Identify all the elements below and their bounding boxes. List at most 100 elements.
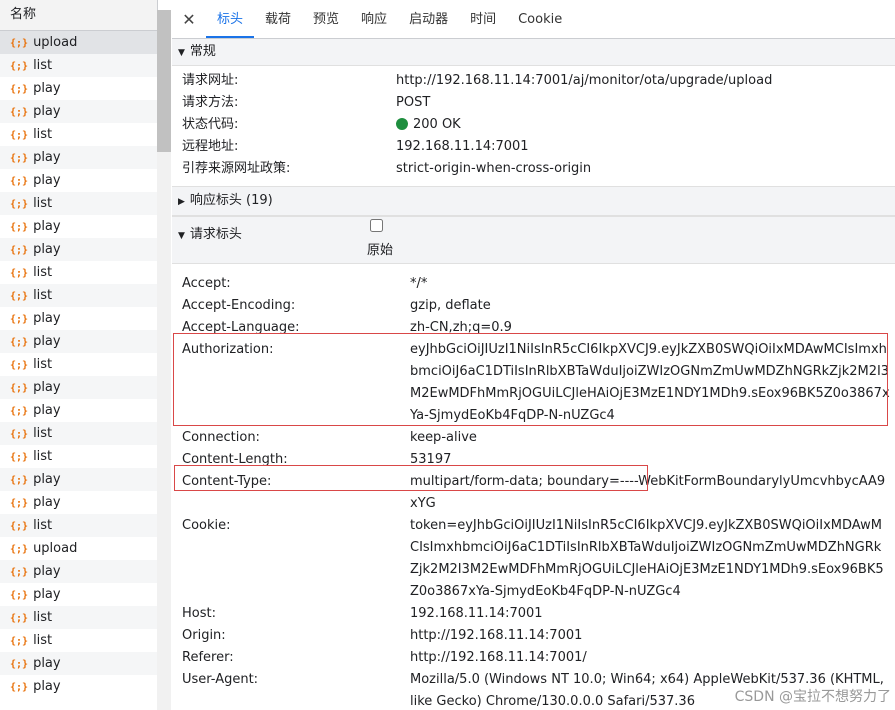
xhr-icon: {;}	[10, 337, 29, 348]
scrollbar-thumb[interactable]	[157, 10, 171, 152]
request-name: list	[33, 288, 53, 303]
request-name: play	[33, 564, 61, 579]
header-value: token=eyJhbGciOiJIUzI1NiIsInR5cCI6IkpXVC…	[410, 518, 884, 599]
tab-payload[interactable]: 载荷	[254, 0, 302, 38]
request-header-row: Referer: http://192.168.11.14:7001/	[172, 647, 895, 669]
tab-headers[interactable]: 标头	[206, 0, 255, 38]
request-item[interactable]: {;} play	[0, 376, 157, 399]
xhr-icon: {;}	[10, 291, 29, 302]
xhr-icon: {;}	[10, 613, 29, 624]
row-key: 远程地址:	[182, 139, 239, 154]
header-value: */*	[410, 276, 428, 291]
xhr-icon: {;}	[10, 199, 29, 210]
triangle-down-icon: ▼	[178, 48, 185, 58]
request-item[interactable]: {;} play	[0, 77, 157, 100]
general-row-url: 请求网址: http://192.168.11.14:7001/aj/monito…	[172, 70, 895, 92]
xhr-icon: {;}	[10, 498, 29, 509]
request-name: play	[33, 334, 61, 349]
request-item[interactable]: {;} list	[0, 284, 157, 307]
request-item[interactable]: {;} play	[0, 583, 157, 606]
xhr-icon: {;}	[10, 107, 29, 118]
xhr-icon: {;}	[10, 682, 29, 693]
request-header-row: Accept-Encoding: gzip, deflate	[172, 295, 895, 317]
raw-checkbox[interactable]	[370, 219, 383, 232]
general-row-remote: 远程地址: 192.168.11.14:7001	[172, 136, 895, 158]
row-value: 200 OK	[396, 114, 884, 136]
tab-initiator[interactable]: 启动器	[398, 0, 459, 38]
tab-preview[interactable]: 预览	[302, 0, 350, 38]
xhr-icon: {;}	[10, 130, 29, 141]
request-item[interactable]: {;} list	[0, 192, 157, 215]
request-name: list	[33, 426, 53, 441]
triangle-down-icon: ▼	[178, 231, 185, 241]
request-name: list	[33, 265, 53, 280]
request-list-panel: 名称 {;} upload {;} list {;} play {;} play {;} list…	[0, 0, 158, 710]
request-item[interactable]: {;} list	[0, 629, 157, 652]
request-name: list	[33, 449, 53, 464]
request-item[interactable]: {;} play	[0, 560, 157, 583]
request-name: play	[33, 219, 61, 234]
xhr-icon: {;}	[10, 590, 29, 601]
xhr-icon: {;}	[10, 360, 29, 371]
request-item[interactable]: {;} list	[0, 606, 157, 629]
xhr-icon: {;}	[10, 406, 29, 417]
general-row-status: 状态代码: 200 OK	[172, 114, 895, 136]
xhr-icon: {;}	[10, 176, 29, 187]
xhr-icon: {;}	[10, 38, 29, 49]
request-item[interactable]: {;} play	[0, 307, 157, 330]
tab-timing[interactable]: 时间	[459, 0, 507, 38]
request-item[interactable]: {;} play	[0, 468, 157, 491]
header-name: Cookie:	[182, 518, 231, 533]
general-section-header[interactable]: ▼ 常规	[172, 39, 895, 66]
request-item[interactable]: {;} list	[0, 123, 157, 146]
close-icon[interactable]: ✕	[172, 10, 206, 29]
request-name: list	[33, 610, 53, 625]
tab-cookies[interactable]: Cookie	[507, 0, 573, 38]
request-item[interactable]: {;} list	[0, 353, 157, 376]
response-headers-section-header[interactable]: ▶ 响应标头 (19)	[172, 186, 895, 216]
request-item[interactable]: {;} play	[0, 215, 157, 238]
header-value: gzip, deflate	[410, 298, 491, 313]
tab-response[interactable]: 响应	[350, 0, 398, 38]
request-name: list	[33, 633, 53, 648]
request-item[interactable]: {;} play	[0, 169, 157, 192]
request-name: play	[33, 403, 61, 418]
request-item[interactable]: {;} list	[0, 261, 157, 284]
request-list-scrollbar[interactable]	[157, 10, 171, 710]
request-item[interactable]: {;} list	[0, 54, 157, 77]
request-item[interactable]: {;} play	[0, 238, 157, 261]
request-item[interactable]: {;} list	[0, 445, 157, 468]
request-item[interactable]: {;} list	[0, 514, 157, 537]
request-item[interactable]: {;} play	[0, 399, 157, 422]
request-item[interactable]: {;} upload	[0, 31, 157, 54]
row-value: http://192.168.11.14:7001/aj/monitor/ota…	[396, 73, 773, 88]
row-value: POST	[396, 95, 431, 110]
header-value: http://192.168.11.14:7001	[410, 628, 583, 643]
request-header-row: Cookie: token=eyJhbGciOiJIUzI1NiIsInR5cCI…	[172, 515, 895, 603]
name-column-header[interactable]: 名称	[0, 0, 157, 31]
request-name: play	[33, 656, 61, 671]
request-name: play	[33, 242, 61, 257]
xhr-icon: {;}	[10, 222, 29, 233]
request-name: upload	[33, 35, 78, 50]
request-item[interactable]: {;} play	[0, 100, 157, 123]
request-item[interactable]: {;} upload	[0, 537, 157, 560]
request-name: play	[33, 495, 61, 510]
request-name: list	[33, 127, 53, 142]
xhr-icon: {;}	[10, 61, 29, 72]
request-header-row: Connection: keep-alive	[172, 427, 895, 449]
request-headers-section-header[interactable]: ▼ 请求标头 原始	[172, 216, 895, 264]
request-item[interactable]: {;} play	[0, 146, 157, 169]
section-title: 请求标头	[189, 227, 242, 242]
request-item[interactable]: {;} play	[0, 652, 157, 675]
header-name: Host:	[182, 606, 216, 621]
request-name: play	[33, 587, 61, 602]
header-name: Referer:	[182, 650, 234, 665]
request-item[interactable]: {;} play	[0, 675, 157, 698]
request-item[interactable]: {;} list	[0, 422, 157, 445]
request-item[interactable]: {;} play	[0, 330, 157, 353]
request-item[interactable]: {;} play	[0, 491, 157, 514]
request-name: play	[33, 380, 61, 395]
xhr-icon: {;}	[10, 383, 29, 394]
watermark: CSDN @宝拉不想努力了	[734, 689, 891, 705]
